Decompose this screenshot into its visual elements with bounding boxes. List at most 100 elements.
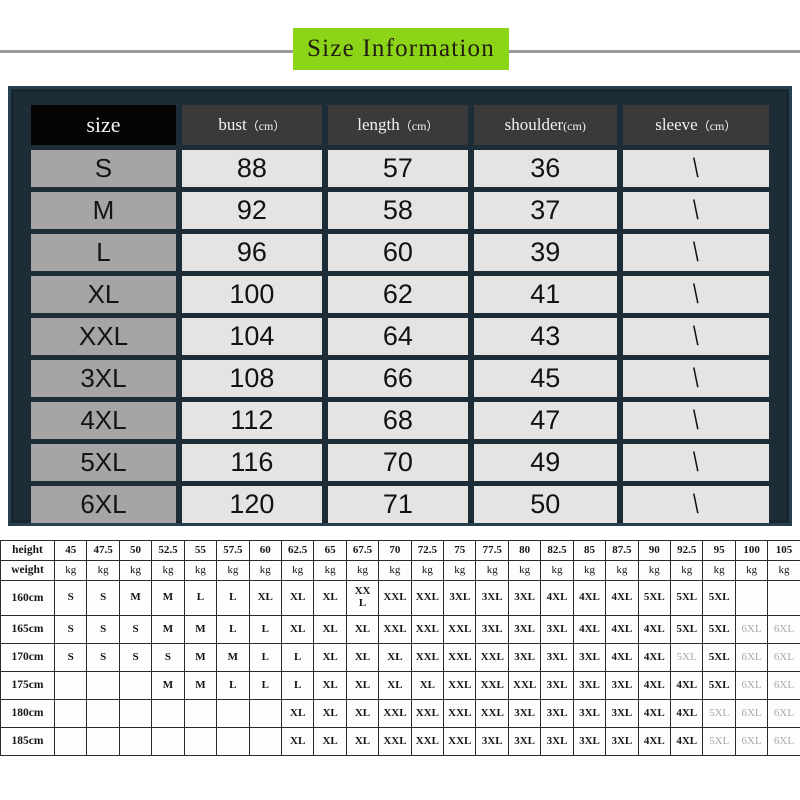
- hw-cell-size: 6XL: [767, 643, 800, 672]
- hw-cell-size: 5XL: [670, 580, 704, 616]
- hw-weight-unit: kg: [443, 560, 477, 581]
- height-weight-table: height 45 47.5 50 52.5 55 57.5 60 62.5 65 67.5 70 72…: [0, 540, 800, 756]
- hw-cell-size: 3XL: [605, 699, 639, 728]
- hw-cell-size: 4XL: [637, 727, 672, 756]
- hw-cell-size: XL: [345, 671, 380, 700]
- hw-cell-size: 3XL: [572, 643, 607, 672]
- hw-cell-size: XL: [280, 580, 315, 616]
- hw-cell-size: 5XL: [702, 727, 736, 756]
- cell-sleeve: \: [622, 360, 769, 397]
- cell-sleeve: \: [622, 234, 769, 271]
- hw-weight-unit: kg: [53, 560, 88, 581]
- hw-cell-size: XL: [345, 643, 380, 672]
- hw-cell-size: XXL: [378, 699, 412, 728]
- hw-cell-size: XXL: [475, 699, 509, 728]
- hw-cell-size: 3XL: [572, 727, 607, 756]
- title-banner: Size Information: [293, 28, 509, 70]
- cell-length: 68: [327, 402, 468, 439]
- cell-bust: 96: [181, 234, 322, 271]
- hw-data-row: 180cm XL XL XL XXL XXL XXL XXL 3XL 3XL 3XL 3XL 4XL 4X…: [0, 699, 800, 728]
- hw-weight-header: 75: [443, 540, 477, 561]
- hw-cell-size: XXL: [410, 615, 445, 644]
- size-table-row: M 92 58 37 \: [31, 192, 769, 229]
- hw-cell-empty: [734, 580, 769, 616]
- cell-length: 60: [327, 234, 468, 271]
- hw-cell-size: 4XL: [605, 580, 639, 616]
- hw-weight-header: 55: [183, 540, 218, 561]
- hw-weight-header: 77.5: [475, 540, 509, 561]
- cell-length: 66: [327, 360, 468, 397]
- hw-height-label: 170cm: [0, 643, 55, 672]
- cell-bust: 92: [181, 192, 322, 229]
- cell-size: 3XL: [31, 360, 176, 397]
- hw-cell-size: L: [216, 580, 250, 616]
- hw-cell-size: 4XL: [540, 580, 574, 616]
- hw-height-label: 165cm: [0, 615, 55, 644]
- hw-cell-size: 4XL: [605, 615, 639, 644]
- cell-size: S: [31, 150, 176, 187]
- cell-sleeve: \: [622, 150, 769, 187]
- hw-weight-unit: kg: [540, 560, 574, 581]
- hw-weight-unit: kg: [670, 560, 704, 581]
- hw-cell-size: 4XL: [670, 699, 704, 728]
- hw-cell-empty: [183, 727, 218, 756]
- hw-cell-size: 3XL: [507, 615, 542, 644]
- hw-cell-size: 5XL: [702, 671, 736, 700]
- hw-cell-size: 3XL: [475, 580, 509, 616]
- hw-cell-size: XL: [248, 580, 282, 616]
- hw-cell-size: XXL: [378, 727, 412, 756]
- hw-cell-size: XL: [378, 671, 412, 700]
- hw-cell-size: 3XL: [540, 671, 574, 700]
- hw-cell-size: M: [183, 671, 218, 700]
- hw-cell-empty: [183, 699, 218, 728]
- hw-cell-size: XXL: [410, 699, 445, 728]
- cell-bust: 120: [181, 486, 322, 523]
- hw-weight-unit: kg: [767, 560, 800, 581]
- hw-cell-empty: [53, 699, 88, 728]
- cell-length: 62: [327, 276, 468, 313]
- hw-cell-size: XL: [345, 699, 380, 728]
- column-header-size: size: [31, 105, 176, 145]
- cell-sleeve: \: [622, 402, 769, 439]
- hw-cell-size: S: [118, 643, 153, 672]
- hw-cell-size: 4XL: [637, 643, 672, 672]
- cell-shoulder: 37: [473, 192, 617, 229]
- hw-cell-size: 5XL: [637, 580, 672, 616]
- cell-bust: 100: [181, 276, 322, 313]
- size-table-row: XL 100 62 41 \: [31, 276, 769, 313]
- hw-cell-size: 4XL: [637, 615, 672, 644]
- hw-cell-size: L: [248, 671, 282, 700]
- hw-weight-header: 57.5: [216, 540, 250, 561]
- hw-weight-unit: kg: [507, 560, 542, 581]
- hw-cell-size: XL: [410, 671, 445, 700]
- cell-size: 5XL: [31, 444, 176, 481]
- cell-length: 70: [327, 444, 468, 481]
- hw-cell-size: 3XL: [507, 580, 542, 616]
- hw-cell-size: 6XL: [734, 615, 769, 644]
- hw-cell-size: S: [86, 615, 120, 644]
- hw-cell-size: 3XL: [475, 615, 509, 644]
- cell-size: 4XL: [31, 402, 176, 439]
- hw-cell-size: XL: [280, 727, 315, 756]
- hw-cell-size: XXL: [345, 580, 380, 616]
- hw-weight-header: 52.5: [151, 540, 185, 561]
- size-table-row: 5XL 116 70 49 \: [31, 444, 769, 481]
- cell-shoulder: 45: [473, 360, 617, 397]
- hw-cell-size: 3XL: [572, 671, 607, 700]
- hw-cell-size: XXL: [507, 671, 542, 700]
- cell-shoulder: 39: [473, 234, 617, 271]
- hw-cell-size: 6XL: [767, 671, 800, 700]
- hw-cell-size: L: [248, 643, 282, 672]
- hw-data-row: 185cm XL XL XL XXL XXL XXL 3XL 3XL 3XL 3XL 3XL 4XL 4X…: [0, 727, 800, 756]
- size-table-row: S 88 57 36 \: [31, 150, 769, 187]
- hw-cell-size: XXL: [378, 615, 412, 644]
- hw-cell-size: 6XL: [734, 643, 769, 672]
- hw-header-row-height: height 45 47.5 50 52.5 55 57.5 60 62.5 65 67.5 70 72…: [0, 540, 800, 561]
- hw-cell-size: M: [151, 615, 185, 644]
- hw-cell-size: L: [216, 671, 250, 700]
- hw-cell-empty: [151, 727, 185, 756]
- hw-cell-size: 3XL: [443, 580, 477, 616]
- hw-weight-header: 100: [734, 540, 769, 561]
- cell-bust: 88: [181, 150, 322, 187]
- cell-length: 64: [327, 318, 468, 355]
